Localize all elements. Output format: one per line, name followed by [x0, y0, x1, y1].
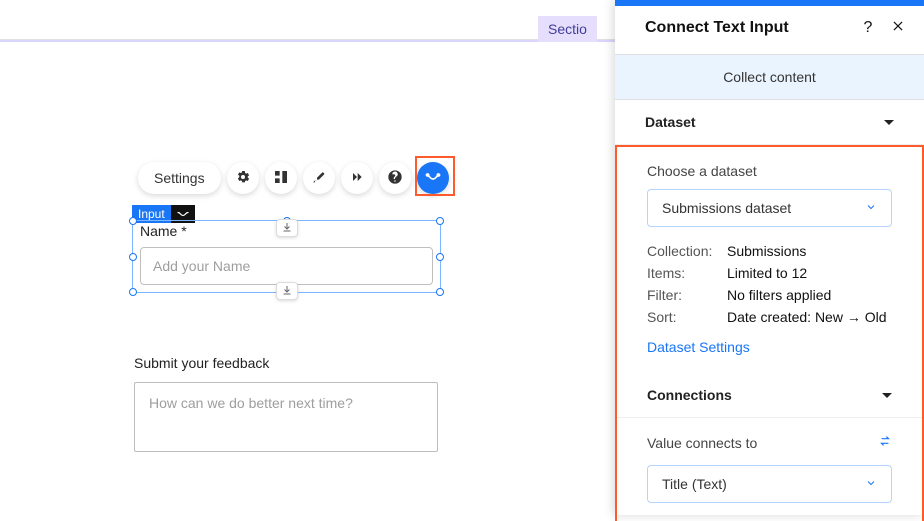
anchor-down-icon	[281, 220, 293, 236]
choose-dataset-label: Choose a dataset	[647, 163, 892, 179]
dataset-body: Choose a dataset Submissions dataset Col…	[617, 147, 922, 373]
meta-key: Filter:	[647, 287, 727, 303]
brush-icon	[311, 169, 327, 188]
dataset-settings-link[interactable]: Dataset Settings	[647, 339, 892, 355]
chevron-down-icon	[865, 200, 877, 216]
meta-value: Date created: New → Old	[727, 309, 892, 325]
anchor-down-icon	[281, 283, 293, 299]
meta-row-sort: Sort: Date created: New → Old	[647, 309, 892, 325]
element-toolbar: Settings	[138, 162, 449, 194]
resize-handle[interactable]	[129, 253, 137, 261]
meta-row-filter: Filter: No filters applied	[647, 287, 892, 303]
resize-handle[interactable]	[129, 288, 137, 296]
animation-icon-button[interactable]	[341, 162, 373, 194]
value-connects-value: Title (Text)	[662, 476, 727, 492]
name-input[interactable]: Add your Name	[140, 247, 433, 285]
meta-key: Collection:	[647, 243, 727, 259]
dataset-select-value: Submissions dataset	[662, 200, 791, 216]
resize-handle[interactable]	[129, 217, 137, 225]
help-icon-button[interactable]	[379, 162, 411, 194]
layout-icon-button[interactable]	[265, 162, 297, 194]
gear-icon-button[interactable]	[227, 162, 259, 194]
editor-canvas: Sectio Settings	[0, 0, 615, 515]
connections-section-header[interactable]: Connections	[617, 373, 922, 418]
help-icon	[387, 169, 403, 188]
connections-section-label: Connections	[647, 387, 732, 403]
feedback-textarea[interactable]: How can we do better next time?	[134, 382, 438, 452]
meta-value: Limited to 12	[727, 265, 892, 281]
resize-handle[interactable]	[436, 288, 444, 296]
feedback-field-label: Submit your feedback	[134, 355, 269, 371]
settings-button[interactable]: Settings	[138, 162, 221, 194]
meta-key: Items:	[647, 265, 727, 281]
resize-handle[interactable]	[436, 217, 444, 225]
layout-icon	[273, 169, 289, 188]
value-connects-label: Value connects to	[647, 435, 757, 451]
meta-row-items: Items: Limited to 12	[647, 265, 892, 281]
section-badge[interactable]: Sectio	[538, 16, 597, 42]
gear-icon	[235, 169, 251, 188]
resize-handle[interactable]	[436, 253, 444, 261]
dataset-highlight: Choose a dataset Submissions dataset Col…	[615, 145, 924, 373]
connect-panel: Connect Text Input ? Collect content Dat…	[615, 0, 924, 515]
chevron-down-icon	[882, 393, 892, 398]
meta-value: No filters applied	[727, 287, 892, 303]
collect-content-banner[interactable]: Collect content	[615, 54, 924, 100]
dataset-section-label: Dataset	[645, 114, 696, 130]
meta-value: Submissions	[727, 243, 892, 259]
chevron-down-icon	[884, 120, 894, 125]
panel-help-button[interactable]: ?	[858, 18, 878, 38]
value-connects-select[interactable]: Title (Text)	[647, 465, 892, 503]
panel-title: Connect Text Input	[645, 19, 848, 37]
anchor-bottom-button[interactable]	[276, 282, 298, 300]
panel-close-button[interactable]	[888, 18, 908, 38]
meta-row-collection: Collection: Submissions	[647, 243, 892, 259]
dataset-section-header[interactable]: Dataset	[615, 100, 924, 145]
help-icon: ?	[864, 19, 873, 37]
close-icon	[891, 19, 905, 38]
swap-icon[interactable]	[878, 434, 892, 451]
design-icon-button[interactable]	[303, 162, 335, 194]
topbar	[0, 0, 615, 40]
animation-icon	[349, 169, 365, 188]
meta-key: Sort:	[647, 309, 727, 325]
connections-highlight: Connections Value connects to Title (Tex…	[615, 373, 924, 521]
connections-body: Value connects to Title (Text)	[617, 418, 922, 521]
dataset-meta: Collection: Submissions Items: Limited t…	[647, 243, 892, 325]
panel-header: Connect Text Input ?	[615, 6, 924, 54]
connect-data-icon-button[interactable]	[417, 162, 449, 194]
selected-input-field[interactable]: Name * Add your Name	[132, 220, 441, 293]
chevron-down-icon	[865, 476, 877, 492]
anchor-top-button[interactable]	[276, 219, 298, 237]
dataset-select[interactable]: Submissions dataset	[647, 189, 892, 227]
connect-icon	[425, 169, 441, 188]
